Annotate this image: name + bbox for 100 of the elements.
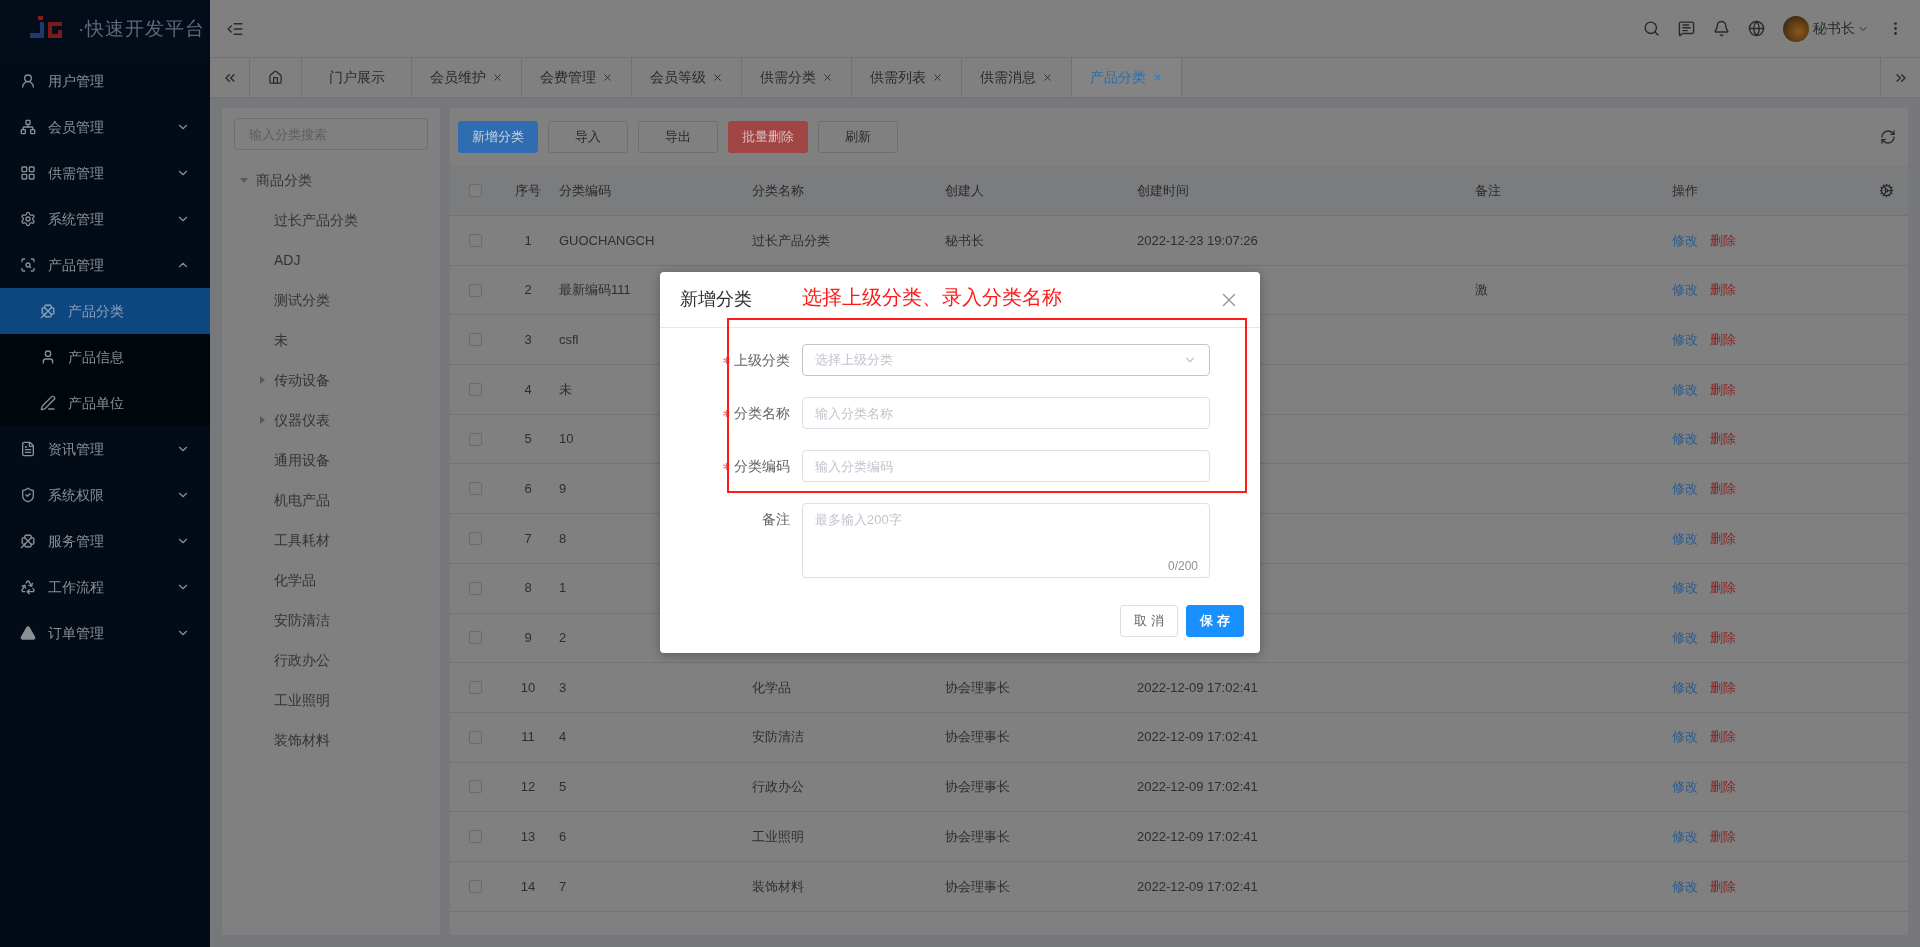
sidebar-subitem[interactable]: 产品单位 [0,380,210,426]
edit-link[interactable]: 修改 [1672,329,1698,350]
table-cell-text: 2022-12-09 17:02:41 [1136,877,1258,896]
delete-link[interactable]: 删除 [1710,479,1736,499]
tab[interactable]: 门户展示 [302,58,412,97]
toolbar-button[interactable]: 导出 [638,121,718,153]
table-cell-text: 2022-12-23 19:07:26 [1136,231,1258,250]
column-header: 序号 [515,181,541,200]
edit-link[interactable]: 修改 [1672,280,1698,300]
toolbar-button[interactable]: 导入 [548,121,628,153]
sidebar-subitem[interactable]: 产品分类 [0,288,210,334]
tab[interactable]: 会员维护 [412,58,522,97]
delete-link[interactable]: 删除 [1710,429,1736,449]
tab[interactable]: 供需分类 [742,58,852,97]
tree-node[interactable]: 仪器仪表 [274,409,330,431]
select-field[interactable]: 选择上级分类 [802,344,1210,376]
edit-link[interactable]: 修改 [1672,528,1698,549]
delete-link[interactable]: 删除 [1710,329,1736,350]
delete-link[interactable]: 删除 [1710,677,1736,698]
toolbar-button[interactable]: 批量删除 [728,121,808,153]
table-cell-text: 3 [524,330,532,349]
tree-node[interactable]: 通用设备 [274,449,330,471]
delete-link[interactable]: 删除 [1710,578,1736,598]
table-cell-text: 1 [558,579,567,598]
sidebar-subitem[interactable]: 产品信息 [0,334,210,380]
sidebar-item[interactable]: 服务管理 [0,518,210,564]
tree-node[interactable]: 化学品 [274,569,316,591]
tree-node[interactable]: 测试分类 [274,289,330,311]
edit-link[interactable]: 修改 [1672,379,1698,400]
tree-node[interactable]: 工具耗材 [274,529,330,551]
edit-link[interactable]: 修改 [1672,230,1698,251]
table-cell-text: 7 [524,529,532,548]
delete-link[interactable]: 删除 [1710,777,1736,797]
tree-node[interactable]: 过长产品分类 [274,209,358,231]
edit-link[interactable]: 修改 [1672,777,1698,797]
delete-link[interactable]: 删除 [1710,628,1736,648]
delete-link[interactable]: 删除 [1710,876,1736,897]
sidebar-item[interactable]: 系统权限 [0,472,210,518]
table-cell-text: 2022-12-09 17:02:41 [1136,728,1258,747]
tree-node[interactable]: 未 [274,329,288,351]
delete-link[interactable]: 删除 [1710,528,1736,549]
user-name[interactable]: 秘书长 [1813,18,1855,39]
delete-link[interactable]: 删除 [1710,230,1736,251]
edit-link[interactable]: 修改 [1672,479,1698,499]
tree-node[interactable]: 机电产品 [274,489,330,511]
table-cell-text: GUOCHANGCH [558,231,655,250]
tab[interactable]: 会员等级 [632,58,742,97]
table-cell-text: 10 [520,678,536,697]
cancel-button[interactable]: 取 消 [1120,605,1178,637]
sidebar-item[interactable]: 会员管理 [0,104,210,150]
tab[interactable]: 供需列表 [852,58,962,97]
input-field[interactable]: 输入分类名称 [802,397,1210,429]
delete-link[interactable]: 删除 [1710,826,1736,847]
edit-link[interactable]: 修改 [1672,727,1698,747]
sidebar-item[interactable]: 订单管理 [0,610,210,656]
toolbar-button[interactable]: 新增分类 [458,121,538,153]
table-cell-text: 14 [520,877,536,896]
table-cell-text: 8 [558,529,567,548]
input-field[interactable]: 输入分类编码 [802,450,1210,482]
tree-node[interactable]: ADJ [274,249,301,271]
table-cell-text: 8 [524,579,532,598]
edit-link[interactable]: 修改 [1672,628,1698,648]
edit-link[interactable]: 修改 [1672,677,1698,698]
sidebar-item[interactable]: 资讯管理 [0,426,210,472]
table-cell-text: 激 [1474,281,1488,300]
save-button[interactable]: 保 存 [1186,605,1244,637]
column-header: 创建人 [944,181,984,200]
table-cell-text: 12 [520,778,536,797]
field-label: 上级分类 [734,350,790,370]
tree-node[interactable]: 传动设备 [274,369,330,391]
tab[interactable]: 会费管理 [522,58,632,97]
delete-link[interactable]: 删除 [1710,280,1736,300]
table-cell-text: 4 [524,380,532,399]
char-counter: 0/200 [1167,558,1198,575]
delete-link[interactable]: 删除 [1710,727,1736,747]
edit-link[interactable]: 修改 [1672,876,1698,897]
table-cell-text: 安防清洁 [751,728,804,747]
tree-node[interactable]: 工业照明 [274,689,330,711]
edit-link[interactable]: 修改 [1672,429,1698,449]
table-cell-text: 协会理事长 [944,678,1010,697]
table-cell-text: 秘书长 [944,231,984,250]
table-cell-text: csfl [558,330,579,349]
delete-link[interactable]: 删除 [1710,379,1736,400]
table-cell-text: 11 [521,728,535,747]
edit-link[interactable]: 修改 [1672,578,1698,598]
tree-node[interactable]: 行政办公 [274,649,330,671]
edit-link[interactable]: 修改 [1672,826,1698,847]
sidebar-item[interactable]: 供需管理 [0,150,210,196]
sidebar-item[interactable]: 系统管理 [0,196,210,242]
sidebar-item[interactable]: 产品管理 [0,242,210,288]
table-cell-text: 4 [558,728,567,747]
tree-node[interactable]: 安防清洁 [274,609,330,631]
sidebar-item[interactable]: 工作流程 [0,564,210,610]
tree-node[interactable]: 装饰材料 [274,729,330,751]
column-header: 分类名称 [751,181,804,200]
table-cell-text: 9 [524,629,532,648]
sidebar-item[interactable]: 用户管理 [0,58,210,104]
toolbar-button[interactable]: 刷新 [818,121,898,153]
tree-node[interactable]: 商品分类 [256,169,312,191]
field-label: 备注 [762,509,790,529]
